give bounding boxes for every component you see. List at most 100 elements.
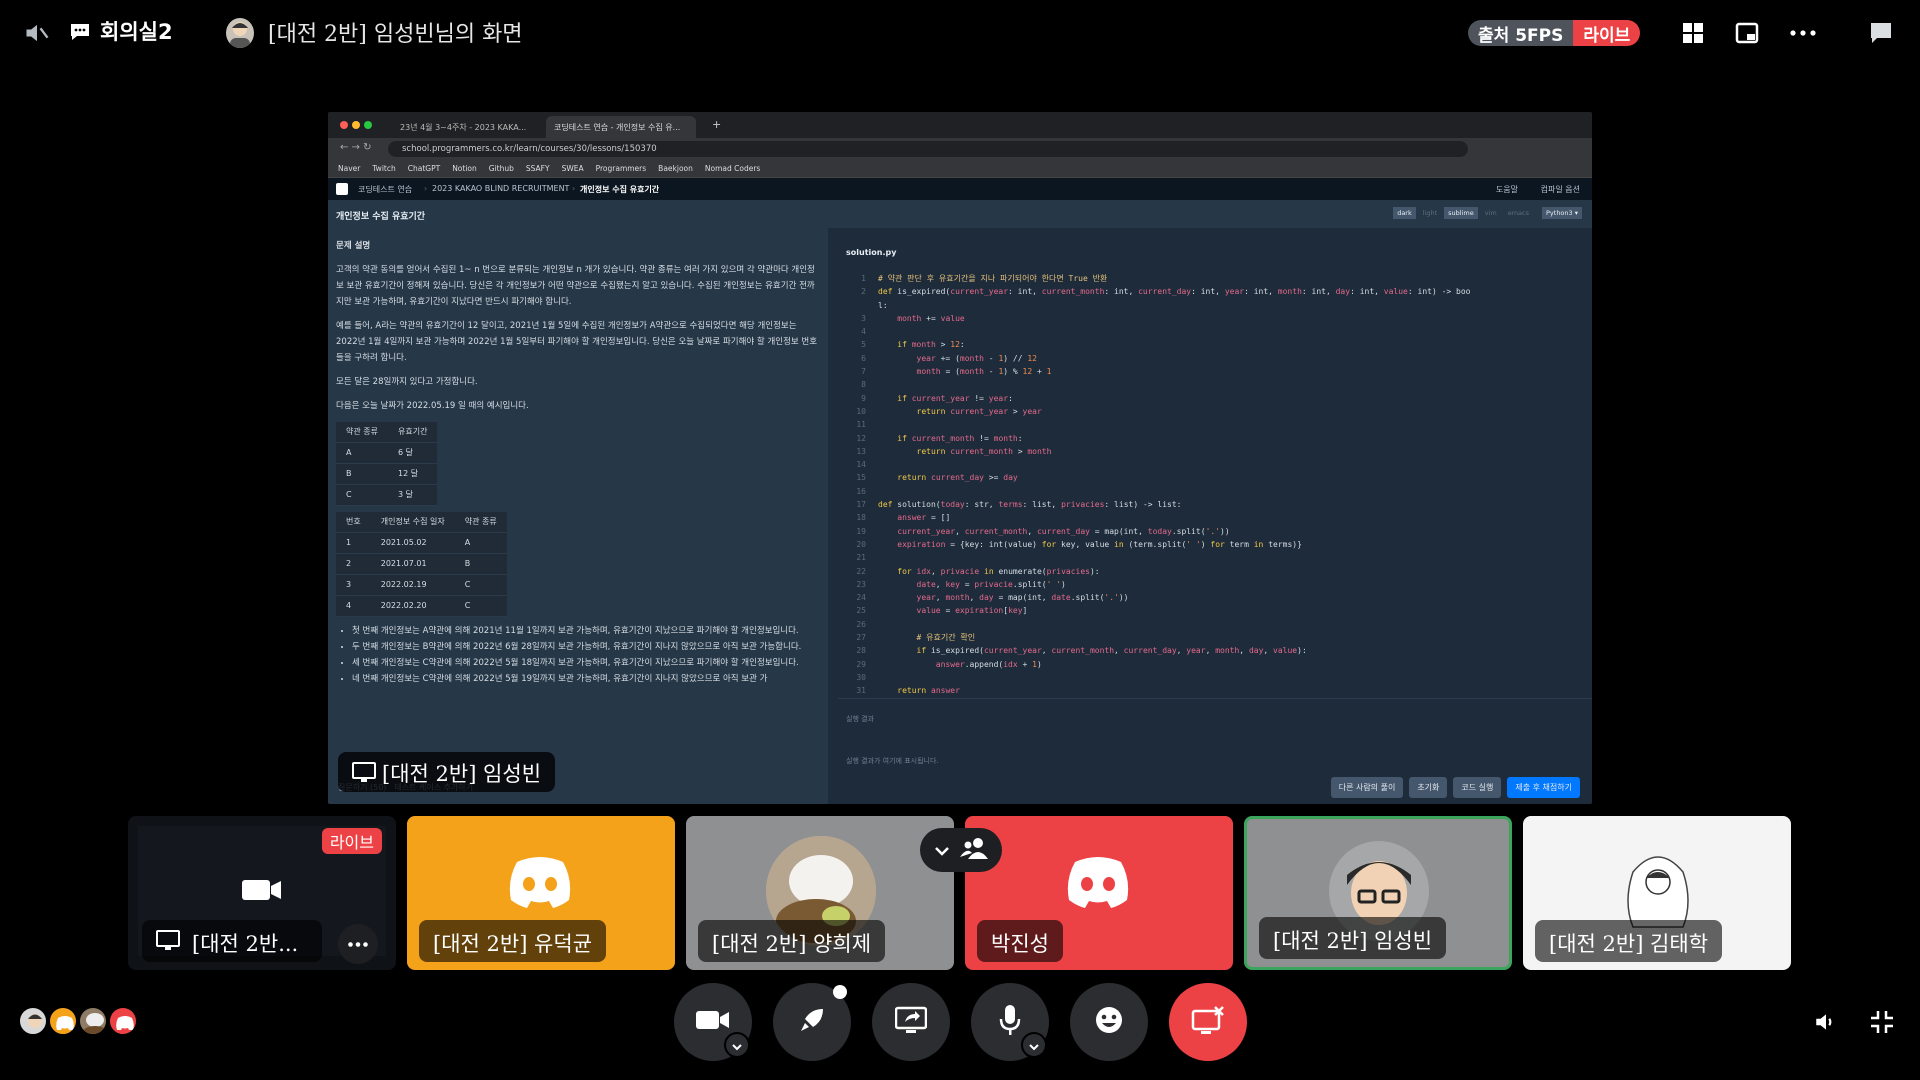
camera-icon [696, 1008, 730, 1036]
leave-call-button[interactable] [1169, 983, 1247, 1061]
compile-options-link[interactable]: 컴파일 옵션 [1541, 184, 1580, 195]
paragraph: 예를 들어, A라는 약관의 유효기간이 12 달이고, 2021년 1월 5일… [336, 321, 818, 363]
programmers-logo-icon[interactable] [336, 183, 348, 195]
participant-tile[interactable]: [대전 2반] 유덕균 [407, 816, 675, 970]
avatar[interactable] [108, 1006, 138, 1036]
table-row: 3 2022.02.19 C [336, 574, 507, 596]
screen-share-button[interactable] [872, 983, 950, 1061]
rocket-icon [797, 1005, 827, 1039]
screen-share-icon [894, 1006, 928, 1038]
bookmark[interactable]: Baekjoon [658, 164, 693, 173]
participant-name: [대전 2반] 임성빈 [1259, 917, 1447, 959]
discord-avatar-icon [509, 857, 571, 908]
popout-icon[interactable] [1734, 20, 1760, 46]
help-link[interactable]: 도움말 [1496, 184, 1518, 195]
monitor-icon [352, 762, 376, 789]
participant-tile-speaking[interactable]: [대전 2반] 임성빈 [1244, 816, 1512, 970]
chevron-down-icon [731, 1036, 743, 1055]
browser-tab-2[interactable]: 코딩테스트 연습 - 개인정보 수집 유... [546, 116, 696, 138]
more-icon[interactable] [1788, 20, 1818, 46]
breadcrumb-separator: › [572, 184, 576, 193]
participant-tile[interactable]: [대전 2반] 김태학 [1523, 816, 1791, 970]
reset-button[interactable]: 초기화 [1409, 777, 1448, 798]
table-row: 1 2021.05.02 A [336, 532, 507, 554]
theme-option[interactable]: dark [1393, 207, 1416, 219]
screen-share-label: [대전 2반] 임성빈 [338, 752, 556, 792]
submit-button[interactable]: 제출 후 채점하기 [1507, 777, 1580, 798]
grid-icon[interactable] [1680, 20, 1706, 46]
chat-icon [68, 20, 92, 44]
url-bar[interactable]: school.programmers.co.kr/learn/courses/3… [388, 141, 1468, 157]
bookmark[interactable]: Notion [452, 164, 477, 173]
divider[interactable] [838, 698, 1592, 699]
bookmark[interactable]: Programmers [596, 164, 647, 173]
mic-options-button[interactable] [1021, 1032, 1047, 1058]
bookmark[interactable]: Nomad Coders [705, 164, 760, 173]
minimize-window-dot[interactable] [352, 121, 360, 129]
activities-button[interactable] [773, 983, 851, 1061]
chevron-down-icon [1028, 1036, 1040, 1055]
volume-icon[interactable] [1810, 1006, 1842, 1038]
code-area[interactable]: 1 # 약관 판단 후 유효기간을 지나 파기되어야 한다면 True 반환 2d… [846, 272, 1470, 698]
theme-option[interactable]: vim [1481, 207, 1501, 219]
theme-option[interactable]: emacs [1504, 207, 1533, 219]
theme-selector: dark light sublime vim emacs Python3 ▾ [1393, 207, 1582, 219]
table-header: 약관 종류 [336, 422, 388, 443]
participant-tile[interactable]: [대전 2반] 양희제 [686, 816, 954, 970]
chat-bubble-icon[interactable] [1868, 20, 1894, 46]
mic-icon [998, 1004, 1022, 1040]
list-item: 세 번째 개인정보는 C약관에 의해 2022년 5월 18일까지 보관 가능하… [352, 655, 820, 671]
avatar [1613, 842, 1703, 932]
more-icon[interactable] [338, 924, 378, 964]
emoji-button[interactable] [1070, 983, 1148, 1061]
top-bar: 회의실2 [대전 2반] 임성빈님의 화면 출처 5FPS 라이브 [0, 0, 1920, 64]
chevron-down-icon [934, 841, 950, 860]
back-icon[interactable]: ← → ↻ [340, 142, 372, 153]
problem-title-bar: 개인정보 수집 유효기간 dark light sublime vim emac… [328, 200, 1592, 228]
bookmark[interactable]: Twitch [372, 164, 395, 173]
paragraph: 모든 달은 28일까지 있다고 가정합니다. [336, 377, 478, 387]
theme-option[interactable]: sublime [1444, 207, 1478, 219]
screen-share-name: [대전 2반] 임성빈 [382, 762, 542, 786]
new-tab-icon[interactable]: + [712, 118, 721, 131]
paragraph: 고객의 약관 동의를 얻어서 수집된 1~ n 번으로 분류되는 개인정보 n … [336, 265, 815, 307]
room-name: 회의실2 [100, 20, 173, 44]
bookmark[interactable]: ChatGPT [408, 164, 440, 173]
emoji-icon [1094, 1005, 1124, 1039]
run-code-button[interactable]: 코드 실행 [1453, 777, 1502, 798]
theme-option[interactable]: light [1419, 207, 1441, 219]
browser-tab-1[interactable]: 23년 4월 3~4주차 - 2023 KAKA... [392, 116, 542, 138]
avatar[interactable] [18, 1006, 48, 1036]
result-text: 실행 결과가 여기에 표시됩니다. [846, 757, 939, 765]
bookmark[interactable]: Github [489, 164, 514, 173]
avatar[interactable] [78, 1006, 108, 1036]
participant-tile[interactable]: 라이브 [대전 2반... [128, 816, 396, 970]
other-solutions-button[interactable]: 다른 사람의 풀이 [1330, 777, 1404, 798]
list-item: 두 번째 개인정보는 B약관에 의해 2022년 6월 28일까지 보관 가능하… [352, 639, 820, 655]
table-header: 번호 [336, 512, 371, 533]
participants-toggle[interactable] [920, 828, 1002, 872]
shared-screen[interactable]: 23년 4월 3~4주차 - 2023 KAKA... 코딩테스트 연습 - 개… [328, 112, 1592, 804]
privacies-table: 번호 개인정보 수집 일자 약관 종류 1 2021.05.02 A 2 2021.07.… [336, 512, 507, 617]
bookmark[interactable]: Naver [338, 164, 360, 173]
code-editor[interactable]: solution.py 1 # 약관 판단 후 유효기간을 지나 파기되어야 한다… [838, 228, 1592, 804]
fps-badge: 출처 5FPS [1468, 20, 1574, 46]
breadcrumb-item[interactable]: 2023 KAKAO BLIND RECRUITMENT [432, 184, 569, 193]
speaker-muted-icon[interactable] [22, 18, 52, 48]
avatar[interactable] [48, 1006, 78, 1036]
participant-name: [대전 2반... [142, 920, 322, 962]
language-select[interactable]: Python3 ▾ [1542, 207, 1582, 219]
collapse-icon[interactable] [1866, 1006, 1898, 1038]
bookmark[interactable]: SWEA [562, 164, 584, 173]
camera-icon [242, 876, 282, 908]
participant-tile[interactable]: 박진성 [965, 816, 1233, 970]
close-window-dot[interactable] [340, 121, 348, 129]
breadcrumb-item[interactable]: 코딩테스트 연습 [358, 184, 412, 195]
stream-badge: 출처 5FPS 라이브 [1468, 20, 1641, 46]
notification-dot [833, 985, 847, 999]
table-header: 유효기간 [387, 422, 438, 443]
camera-options-button[interactable] [724, 1032, 750, 1058]
list-item: 첫 번째 개인정보는 A약관에 의해 2021년 11월 1일까지 보관 가능하… [352, 623, 820, 639]
bookmark[interactable]: SSAFY [526, 164, 550, 173]
maximize-window-dot[interactable] [364, 121, 372, 129]
